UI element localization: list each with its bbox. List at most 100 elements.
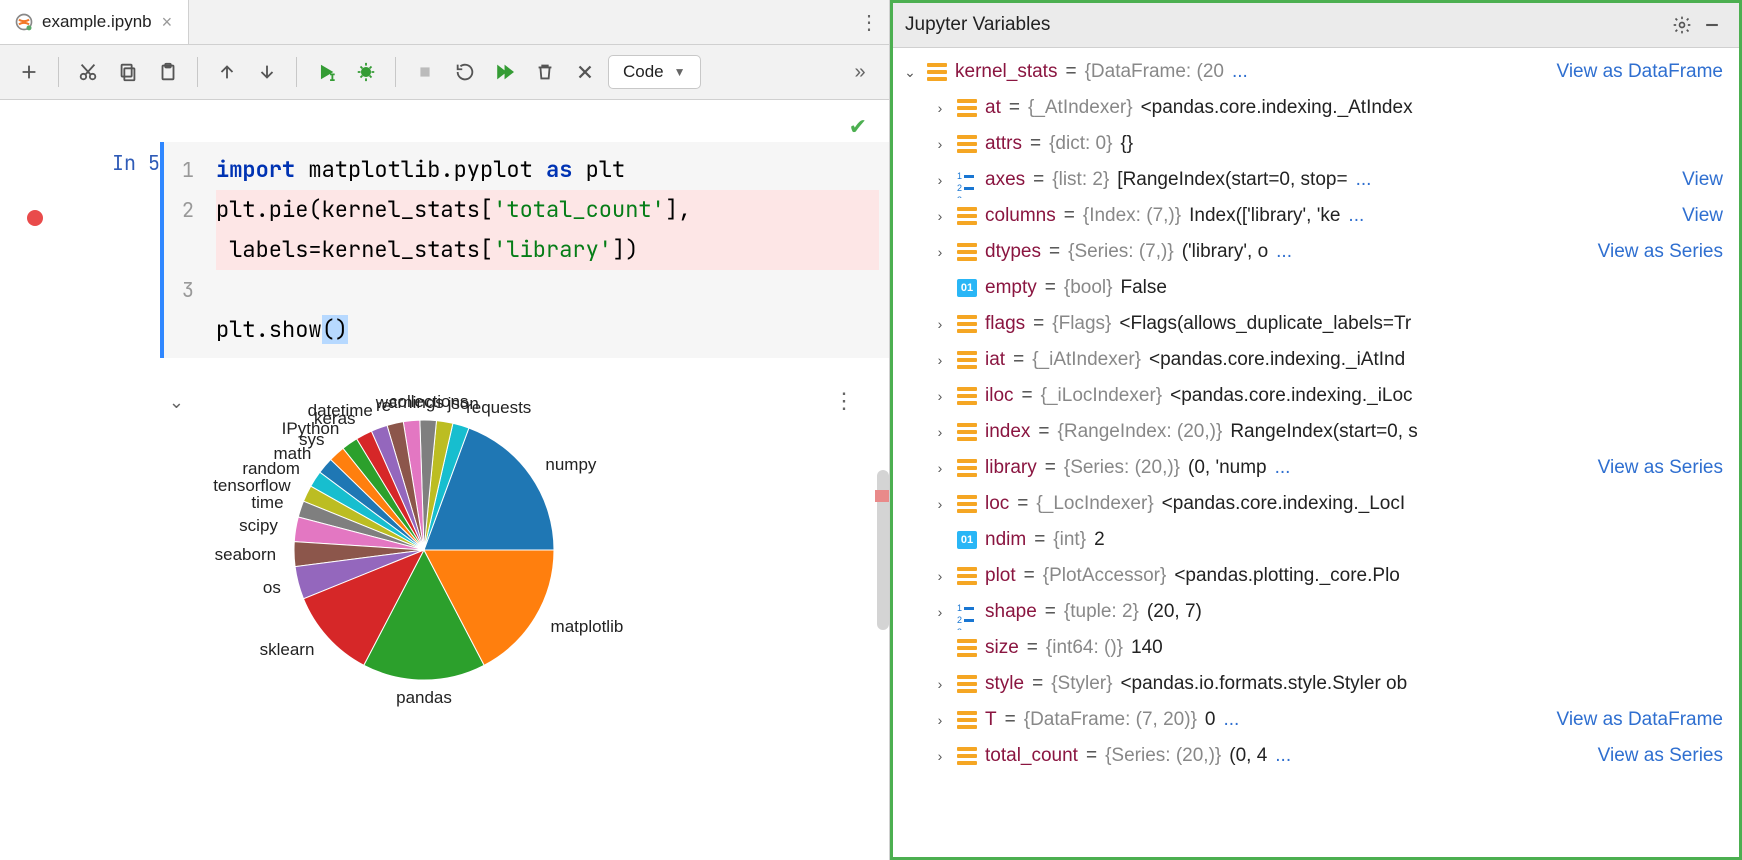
cut-button[interactable] (71, 55, 105, 89)
expander-closed-icon[interactable]: › (931, 208, 949, 224)
var-value: RangeIndex(start=0, s (1230, 421, 1417, 443)
add-cell-button[interactable] (12, 55, 46, 89)
cell-type-label: Code (623, 62, 664, 82)
pie-label: seaborn (186, 545, 276, 565)
var-value: 2 (1094, 529, 1105, 551)
view-link[interactable]: View as Series (1598, 457, 1735, 479)
var-value: False (1120, 277, 1166, 299)
expander-closed-icon[interactable]: › (931, 172, 949, 188)
var-row[interactable]: ›loc = {_LocIndexer} <pandas.core.indexi… (931, 486, 1735, 522)
run-all-button[interactable] (488, 55, 522, 89)
expander-closed-icon[interactable]: › (931, 352, 949, 368)
clear-output-button[interactable] (568, 55, 602, 89)
var-value: ('library', o (1182, 241, 1268, 263)
run-cell-button[interactable]: I (309, 55, 343, 89)
var-row[interactable]: ›total_count = {Series: (20,)} (0, 4...V… (931, 738, 1735, 774)
variables-list[interactable]: ⌄ kernel_stats = {DataFrame: (20 ... Vie… (893, 48, 1739, 857)
cell-type-dropdown[interactable]: Code ▼ (608, 55, 701, 89)
expander-closed-icon[interactable]: › (931, 424, 949, 440)
var-name: iat (985, 349, 1005, 371)
tab-overflow-icon[interactable]: ⋮ (849, 0, 889, 44)
dataframe-icon (927, 63, 947, 81)
object-icon (957, 747, 977, 765)
var-row[interactable]: ›flags = {Flags} <Flags(allows_duplicate… (931, 306, 1735, 342)
scrollbar-mark (875, 490, 889, 502)
pie-label: matplotlib (551, 617, 624, 637)
object-icon (957, 99, 977, 117)
var-row[interactable]: ›plot = {PlotAccessor} <pandas.plotting.… (931, 558, 1735, 594)
view-link[interactable]: View as Series (1598, 745, 1735, 767)
view-link[interactable]: View as DataFrame (1557, 709, 1736, 731)
delete-cell-button[interactable] (528, 55, 562, 89)
var-row[interactable]: ›iat = {_iAtIndexer} <pandas.core.indexi… (931, 342, 1735, 378)
view-as-dataframe-link[interactable]: View as DataFrame (1557, 61, 1736, 83)
var-row[interactable]: ›123shape = {tuple: 2} (20, 7) (931, 594, 1735, 630)
close-tab-icon[interactable]: × (160, 12, 175, 33)
var-name: loc (985, 493, 1009, 515)
expander-closed-icon[interactable]: › (931, 100, 949, 116)
debug-cell-button[interactable] (349, 55, 383, 89)
var-row[interactable]: ›columns = {Index: (7,)} Index(['library… (931, 198, 1735, 234)
var-type: {dict: 0} (1049, 133, 1112, 155)
code-content[interactable]: import matplotlib.pyplot as plt plt.pie(… (204, 142, 889, 358)
expander-closed-icon[interactable]: › (931, 712, 949, 728)
object-icon (957, 495, 977, 513)
expander-closed-icon[interactable]: › (931, 388, 949, 404)
expander-closed-icon[interactable]: › (931, 568, 949, 584)
stop-button[interactable] (408, 55, 442, 89)
expander-closed-icon[interactable]: › (931, 748, 949, 764)
object-icon (957, 207, 977, 225)
expander-closed-icon[interactable]: › (931, 496, 949, 512)
var-row[interactable]: ›at = {_AtIndexer} <pandas.core.indexing… (931, 90, 1735, 126)
breakpoint-icon[interactable] (27, 210, 43, 226)
expander-closed-icon[interactable]: › (931, 316, 949, 332)
view-link[interactable]: View (1682, 169, 1735, 191)
var-type: {RangeIndex: (20,)} (1058, 421, 1223, 443)
gear-icon[interactable] (1667, 10, 1697, 40)
var-row[interactable]: ›123axes = {list: 2} [RangeIndex(start=0… (931, 162, 1735, 198)
var-row[interactable]: ›library = {Series: (20,)} (0, 'nump...V… (931, 450, 1735, 486)
copy-button[interactable] (111, 55, 145, 89)
restart-button[interactable] (448, 55, 482, 89)
var-row-root[interactable]: ⌄ kernel_stats = {DataFrame: (20 ... Vie… (901, 54, 1735, 90)
view-link[interactable]: View as Series (1598, 241, 1735, 263)
expander-closed-icon[interactable]: › (931, 460, 949, 476)
var-name: iloc (985, 385, 1014, 407)
var-value: <pandas.core.indexing._LocI (1162, 493, 1405, 515)
pie-label: scipy (188, 516, 278, 536)
expander-closed-icon[interactable]: › (931, 136, 949, 152)
var-row[interactable]: ›attrs = {dict: 0} {} (931, 126, 1735, 162)
var-row[interactable]: ›iloc = {_iLocIndexer} <pandas.core.inde… (931, 378, 1735, 414)
var-row[interactable]: 01ndim = {int} 2 (931, 522, 1735, 558)
var-name: flags (985, 313, 1025, 335)
move-up-button[interactable] (210, 55, 244, 89)
svg-text:I: I (330, 72, 336, 83)
var-type: {DataFrame: (7, 20)} (1024, 709, 1197, 731)
expander-closed-icon[interactable]: › (931, 604, 949, 620)
var-type: {list: 2} (1052, 169, 1109, 191)
var-value: (0, 4 (1229, 745, 1267, 767)
minimize-icon[interactable] (1697, 10, 1727, 40)
collapse-output-icon[interactable]: ⌄ (0, 388, 204, 728)
var-row[interactable]: 01empty = {bool} False (931, 270, 1735, 306)
expander-open-icon[interactable]: ⌄ (901, 64, 919, 81)
tab-example-ipynb[interactable]: example.ipynb × (0, 0, 189, 44)
cell-output: ⌄ numpyrequestsjsoncollectionswarningsre… (0, 388, 889, 728)
toolbar-overflow-icon[interactable]: » (843, 55, 877, 89)
var-row[interactable]: ›T = {DataFrame: (7, 20)} 0...View as Da… (931, 702, 1735, 738)
var-row[interactable]: ›index = {RangeIndex: (20,)} RangeIndex(… (931, 414, 1735, 450)
move-down-button[interactable] (250, 55, 284, 89)
list-icon: 123 (957, 171, 977, 189)
paste-button[interactable] (151, 55, 185, 89)
code-cell[interactable]: In 5 123 import matplotlib.pyplot as plt… (0, 142, 889, 358)
var-value: (20, 7) (1147, 601, 1202, 623)
view-link[interactable]: View (1682, 205, 1735, 227)
var-row[interactable]: ›style = {Styler} <pandas.io.formats.sty… (931, 666, 1735, 702)
var-row[interactable]: ›dtypes = {Series: (7,)} ('library', o..… (931, 234, 1735, 270)
expander-closed-icon[interactable]: › (931, 244, 949, 260)
var-row[interactable]: size = {int64: ()} 140 (931, 630, 1735, 666)
object-icon (957, 315, 977, 333)
var-value: <Flags(allows_duplicate_labels=Tr (1119, 313, 1411, 335)
var-type: {Styler} (1051, 673, 1112, 695)
expander-closed-icon[interactable]: › (931, 676, 949, 692)
